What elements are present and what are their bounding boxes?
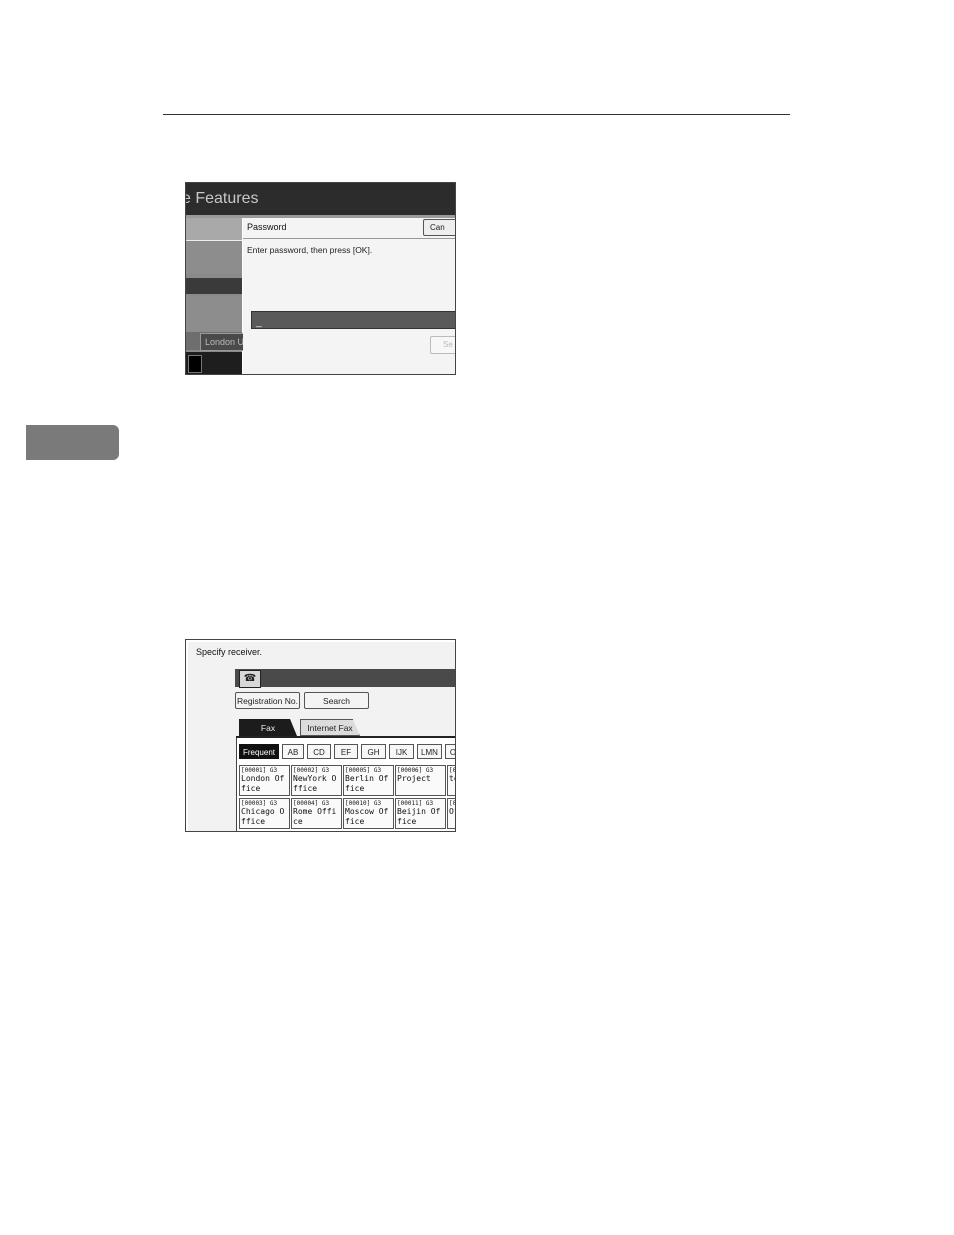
dialog-prompt: Enter password, then press [OK]. — [247, 245, 373, 255]
entry-number: [00002] G3 — [293, 767, 330, 774]
index-tab-ab[interactable]: AB — [282, 744, 304, 759]
destination-entry[interactable]: [00001] G3 London Office — [239, 765, 290, 796]
password-dialog: Password Can Enter password, then press … — [243, 218, 455, 374]
index-tab-lmn[interactable]: LMN — [417, 744, 442, 759]
entry-number: [00005] G3 — [345, 767, 382, 774]
left-panel: London U — [186, 218, 248, 374]
entry-name: Of c — [449, 807, 455, 816]
entry-name: London Office — [241, 774, 285, 793]
destination-bar: ☎ — [235, 669, 455, 688]
entry-number: [00006] G3 — [397, 767, 434, 774]
destination-entry[interactable]: [0 te c — [447, 765, 456, 796]
destination-entry[interactable]: [00004] G3 Rome Office — [291, 798, 342, 829]
entry-name: Project — [397, 774, 431, 783]
destination-entry[interactable]: [00002] G3 NewYork Office — [291, 765, 342, 796]
dialog-divider — [243, 238, 455, 239]
specify-receiver-screenshot: Specify receiver. ☎ Registration No. Sea… — [185, 639, 456, 832]
fax-machine-icon: ☎ — [239, 670, 261, 688]
entry-name: te c — [449, 774, 455, 783]
destination-entry[interactable]: [00005] G3 Berlin Office — [343, 765, 394, 796]
cancel-button[interactable]: Can — [423, 219, 455, 236]
tab-internet-fax[interactable]: Internet Fax — [300, 719, 360, 736]
left-panel-footer — [186, 352, 242, 374]
entry-name: Beijin Office — [397, 807, 441, 826]
entry-name: Chicago Office — [241, 807, 285, 826]
entry-number: [0 — [449, 767, 456, 774]
search-button[interactable]: Search — [304, 692, 369, 709]
entry-number: [00004] G3 — [293, 800, 330, 807]
entry-name: Berlin Office — [345, 774, 389, 793]
index-tab-ef[interactable]: EF — [334, 744, 358, 759]
destination-list: Frequent AB CD EF GH IJK LMN O [00001] G… — [236, 738, 456, 831]
dialog-title: Password — [247, 222, 287, 232]
receiver-panel: Specify receiver. ☎ Registration No. Sea… — [188, 642, 455, 831]
screen-title: e Features — [186, 183, 455, 215]
index-tab-gh[interactable]: GH — [361, 744, 386, 759]
entry-number: [00003] G3 — [241, 800, 278, 807]
entry-name: Moscow Office — [345, 807, 389, 826]
entry-number: [0 — [449, 800, 456, 807]
password-input[interactable]: _ — [251, 311, 455, 329]
destination-entry[interactable]: [00003] G3 Chicago Office — [239, 798, 290, 829]
password-dialog-screenshot: e Features London U Password Can Enter p… — [185, 182, 456, 375]
chapter-tab-marker — [26, 425, 119, 460]
destination-entry[interactable]: [00010] G3 Moscow Office — [343, 798, 394, 829]
index-tab-ijk[interactable]: IJK — [389, 744, 414, 759]
index-tab-o[interactable]: O — [445, 744, 455, 759]
entry-number: [00011] G3 — [397, 800, 434, 807]
instruction-text: Specify receiver. — [196, 647, 263, 657]
index-tab-cd[interactable]: CD — [307, 744, 331, 759]
left-panel-bar — [186, 278, 242, 294]
entry-number: [00001] G3 — [241, 767, 278, 774]
registration-number-button[interactable]: Registration No. — [235, 692, 300, 709]
destination-entry[interactable]: [00006] G3 Project — [395, 765, 446, 796]
left-panel-button-2[interactable] — [186, 242, 242, 274]
left-panel-button-1[interactable] — [186, 218, 242, 241]
destination-london-item[interactable]: London U — [200, 333, 248, 351]
secondary-button[interactable]: Se — [430, 336, 455, 354]
destination-entry[interactable]: [0 Of c — [447, 798, 456, 829]
destination-entry[interactable]: [00011] G3 Beijin Office — [395, 798, 446, 829]
page-header-rule — [163, 114, 790, 115]
entry-number: [00010] G3 — [345, 800, 382, 807]
left-panel-button-3[interactable] — [186, 296, 242, 332]
index-tab-frequent[interactable]: Frequent — [239, 744, 279, 759]
tab-fax[interactable]: Fax — [239, 719, 297, 736]
entry-name: NewYork Office — [293, 774, 337, 793]
entry-name: Rome Office — [293, 807, 337, 826]
